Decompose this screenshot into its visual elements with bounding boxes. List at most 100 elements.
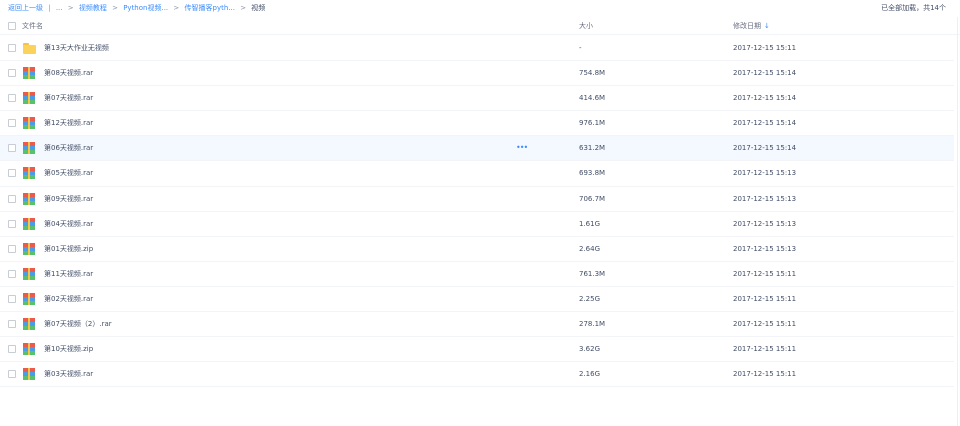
breadcrumb-separator: > [67, 4, 74, 12]
breadcrumb-current: 视频 [251, 4, 266, 12]
file-name[interactable]: 第07天视频（2）.rar [44, 320, 112, 329]
file-size: 2.16G [579, 370, 601, 379]
file-size: 2.25G [579, 294, 601, 303]
row-checkbox[interactable] [8, 169, 16, 178]
file-size: 693.8M [579, 169, 606, 178]
file-name[interactable]: 第04天视频.rar [44, 220, 93, 229]
row-checkbox[interactable] [8, 94, 16, 103]
breadcrumb-separator: > [240, 4, 247, 12]
modified-date: 2017-12-15 15:11 [733, 320, 797, 329]
file-size: 976.1M [579, 119, 606, 128]
file-name[interactable]: 第09天视频.rar [44, 195, 93, 204]
file-name[interactable]: 第11天视频.rar [44, 270, 93, 279]
breadcrumb-separator: > [112, 4, 118, 12]
breadcrumb-bar: | [48, 4, 51, 12]
row-checkbox[interactable] [8, 194, 16, 203]
file-name[interactable]: 第01天视频.zip [44, 245, 93, 254]
row-checkbox[interactable] [8, 345, 16, 354]
breadcrumb-itcast-python[interactable]: 传智播客pyth... [185, 4, 235, 12]
file-size: 631.2M [579, 144, 606, 153]
loaded-status: 已全部加载，共14个 [881, 4, 946, 12]
file-size: - [579, 44, 582, 52]
folder-icon [22, 41, 36, 55]
archive-icon [22, 192, 36, 206]
file-size: 754.8M [579, 69, 606, 78]
row-checkbox[interactable] [8, 69, 16, 78]
file-size: 2.64G [579, 244, 601, 253]
modified-date: 2017-12-15 15:11 [733, 294, 797, 303]
file-row[interactable]: 第05天视频.rar 693.8M 2017-12-15 15:13 [0, 161, 954, 187]
file-row[interactable]: 第13天大作业无视频 - 2017-12-15 15:11 [0, 36, 954, 62]
modified-date: 2017-12-15 15:14 [733, 119, 797, 128]
archive-icon [22, 116, 36, 130]
row-checkbox[interactable] [8, 320, 16, 329]
row-checkbox[interactable] [8, 244, 16, 253]
file-size: 278.1M [579, 320, 606, 329]
back-link[interactable]: 返回上一级 [8, 4, 43, 12]
breadcrumb-ellipsis[interactable]: ... [56, 4, 63, 12]
file-name[interactable]: 第08天视频.rar [44, 69, 93, 78]
file-row[interactable]: 第11天视频.rar 761.3M 2017-12-15 15:11 [0, 262, 954, 287]
row-checkbox[interactable] [8, 269, 16, 278]
archive-icon [22, 342, 36, 356]
row-checkbox[interactable] [8, 144, 16, 153]
modified-date: 2017-12-15 15:13 [733, 219, 797, 228]
file-row[interactable]: 第02天视频.rar 2.25G 2017-12-15 15:11 [0, 287, 954, 313]
breadcrumb-video-tutorials[interactable]: 视频教程 [79, 4, 107, 12]
breadcrumb-python-videos[interactable]: Python视频... [123, 4, 168, 12]
row-checkbox[interactable] [8, 294, 16, 303]
breadcrumb-separator: > [173, 4, 180, 12]
file-row[interactable]: 第07天视频（2）.rar 278.1M 2017-12-15 15:11 [0, 312, 954, 338]
archive-icon [22, 367, 36, 381]
modified-date: 2017-12-15 15:14 [733, 144, 797, 153]
modified-date: 2017-12-15 15:11 [733, 370, 797, 379]
file-row[interactable]: 第04天视频.rar 1.61G 2017-12-15 15:13 [0, 212, 954, 237]
column-header-date[interactable]: 修改日期 ↓ [733, 22, 770, 31]
file-row[interactable]: 第08天视频.rar 754.8M 2017-12-15 15:14 [0, 61, 954, 87]
file-row[interactable]: 第10天视频.zip 3.62G 2017-12-15 15:11 [0, 337, 954, 363]
column-header-name[interactable]: 文件名 [22, 22, 43, 31]
column-header-date-label: 修改日期 [733, 22, 761, 30]
archive-icon [22, 242, 36, 256]
select-all-checkbox[interactable] [8, 22, 16, 30]
top-bar: 返回上一级 | ... > 视频教程 > Python视频... > 传智播客p… [0, 0, 960, 17]
modified-date: 2017-12-15 15:13 [733, 194, 797, 203]
file-row[interactable]: 第12天视频.rar 976.1M 2017-12-15 15:14 [0, 111, 954, 137]
file-size: 3.62G [579, 345, 601, 354]
breadcrumb: 返回上一级 | ... > 视频教程 > Python视频... > 传智播客p… [8, 4, 265, 13]
modified-date: 2017-12-15 15:11 [733, 345, 797, 354]
file-row[interactable]: 第06天视频.rar ••• 631.2M 2017-12-15 15:14 [0, 136, 954, 162]
file-row[interactable]: 第03天视频.rar 2.16G 2017-12-15 15:11 [0, 362, 954, 388]
file-name[interactable]: 第06天视频.rar [44, 144, 93, 153]
modified-date: 2017-12-15 15:11 [733, 44, 797, 52]
row-checkbox[interactable] [8, 44, 16, 52]
archive-icon [22, 166, 36, 180]
file-name[interactable]: 第12天视频.rar [44, 119, 93, 128]
file-size: 1.61G [579, 219, 601, 228]
scrollbar-track[interactable] [957, 17, 958, 426]
file-row[interactable]: 第09天视频.rar 706.7M 2017-12-15 15:13 [0, 187, 954, 212]
file-row[interactable]: 第01天视频.zip 2.64G 2017-12-15 15:13 [0, 237, 954, 262]
archive-icon [22, 267, 36, 281]
archive-icon [22, 217, 36, 231]
archive-icon [22, 91, 36, 105]
sort-arrow-icon: ↓ [764, 22, 770, 30]
file-size: 706.7M [579, 194, 606, 203]
column-header-size[interactable]: 大小 [579, 22, 593, 31]
file-name[interactable]: 第07天视频.rar [44, 94, 93, 103]
archive-icon [22, 292, 36, 306]
file-name[interactable]: 第05天视频.rar [44, 169, 93, 178]
file-name[interactable]: 第03天视频.rar [44, 370, 93, 379]
file-name[interactable]: 第02天视频.rar [44, 295, 93, 304]
modified-date: 2017-12-15 15:13 [733, 244, 797, 253]
file-name[interactable]: 第10天视频.zip [44, 345, 93, 354]
row-checkbox[interactable] [8, 219, 16, 228]
file-row[interactable]: 第07天视频.rar 414.6M 2017-12-15 15:14 [0, 86, 954, 112]
row-checkbox[interactable] [8, 119, 16, 128]
row-checkbox[interactable] [8, 370, 16, 379]
modified-date: 2017-12-15 15:11 [733, 269, 797, 278]
file-name[interactable]: 第13天大作业无视频 [44, 44, 109, 53]
more-actions-icon[interactable]: ••• [516, 144, 528, 152]
modified-date: 2017-12-15 15:13 [733, 169, 797, 178]
archive-icon [22, 66, 36, 80]
